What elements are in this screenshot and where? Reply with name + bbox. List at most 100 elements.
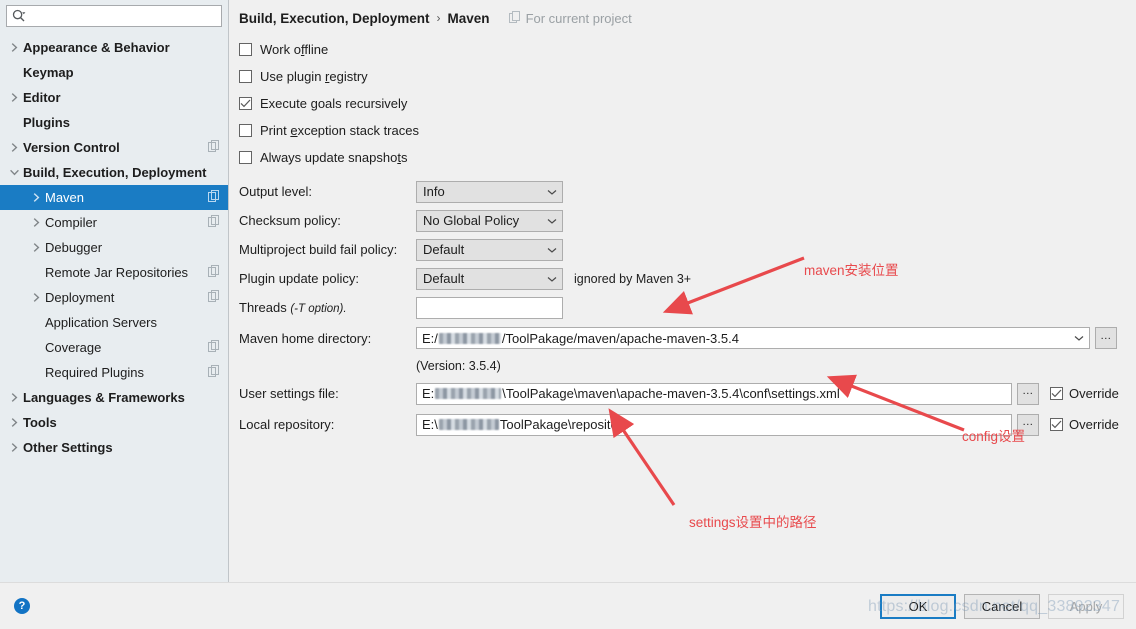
local-repository-value-suffix: ToolPakage\repository — [499, 417, 629, 432]
checkbox-row-work-offline[interactable]: Work offline — [239, 36, 1124, 63]
checkbox-label: Work offline — [260, 42, 329, 57]
sidebar-item-label: Editor — [23, 90, 61, 105]
maven-home-combo[interactable]: E:/ /ToolPakage/maven/apache-maven-3.5.4 — [416, 327, 1090, 349]
sidebar-item-label: Application Servers — [45, 315, 157, 330]
sidebar-item-label: Compiler — [45, 215, 98, 230]
sidebar-item-tools[interactable]: Tools — [0, 410, 228, 435]
sidebar-item-label: Other Settings — [23, 440, 113, 455]
sidebar-item-debugger[interactable]: Debugger — [0, 235, 228, 260]
chevron-right-icon — [28, 242, 45, 253]
sidebar-item-deployment[interactable]: Deployment — [0, 285, 228, 310]
sidebar-item-appearance-behavior[interactable]: Appearance & Behavior — [0, 35, 228, 60]
user-settings-input[interactable]: E: \ToolPakage\maven\apache-maven-3.5.4\c… — [416, 382, 1012, 405]
checkbox-always-update-snapshots[interactable] — [239, 151, 252, 164]
multiproject-fail-policy-label: Multiproject build fail policy: — [239, 242, 398, 257]
maven-version-row: (Version: 3.5.4) — [239, 354, 1124, 378]
cancel-button[interactable]: Cancel — [964, 593, 1040, 619]
sidebar-item-label: Coverage — [45, 340, 102, 355]
user-settings-value-prefix: E: — [422, 386, 435, 401]
user-settings-override[interactable]: Override — [1050, 386, 1119, 401]
breadcrumb-leaf: Maven — [447, 10, 490, 26]
chevron-right-icon — [6, 392, 23, 403]
user-settings-override-label: Override — [1069, 386, 1119, 401]
plugin-update-policy-select[interactable]: Default — [416, 267, 563, 290]
multiproject-fail-policy-row: Multiproject build fail policy: Default — [239, 235, 1124, 264]
checkbox-use-plugin-registry[interactable] — [239, 70, 252, 83]
threads-label-text: Threads — [239, 300, 287, 315]
local-repository-override-label: Override — [1069, 417, 1119, 432]
checkbox-row-always-update-snapshots[interactable]: Always update snapshots — [239, 144, 1124, 171]
apply-button[interactable]: Apply — [1048, 593, 1124, 619]
settings-dialog: Appearance & Behavior Keymap Editor Plugins… — [0, 0, 1136, 629]
checksum-policy-label: Checksum policy: — [239, 213, 341, 228]
search-box[interactable] — [6, 5, 222, 27]
threads-input[interactable] — [416, 296, 563, 319]
chevron-down-icon — [1073, 334, 1085, 342]
local-repository-override[interactable]: Override — [1050, 417, 1119, 432]
threads-row: Threads (-T option). — [239, 293, 1124, 322]
checkbox-row-execute-goals-recursively[interactable]: Execute goals recursively — [239, 90, 1124, 117]
sidebar-item-plugins[interactable]: Plugins — [0, 110, 228, 135]
chevron-down-icon — [546, 217, 558, 225]
checksum-policy-select[interactable]: No Global Policy — [416, 209, 563, 232]
search-input[interactable] — [29, 6, 216, 26]
checkbox-execute-goals-recursively[interactable] — [239, 97, 252, 110]
user-settings-override-checkbox[interactable] — [1050, 387, 1063, 400]
dialog-body: Appearance & Behavior Keymap Editor Plugins… — [0, 0, 1136, 582]
sidebar-item-application-servers[interactable]: Application Servers — [0, 310, 228, 335]
help-icon[interactable]: ? — [14, 598, 30, 614]
sidebar-item-label: Deployment — [45, 290, 115, 305]
sidebar-item-coverage[interactable]: Coverage — [0, 335, 228, 360]
sidebar-item-label: Required Plugins — [45, 365, 145, 380]
project-scope-label: For current project — [508, 10, 632, 26]
project-scope-icon — [208, 265, 220, 280]
redacted-path-segment — [435, 388, 502, 399]
local-repository-override-checkbox[interactable] — [1050, 418, 1063, 431]
maven-home-value-prefix: E:/ — [422, 330, 438, 346]
chevron-right-icon — [6, 42, 23, 53]
maven-form: Output level: Info Checksum policy: No G… — [239, 177, 1124, 440]
output-level-select[interactable]: Info — [416, 180, 563, 203]
sidebar-item-label: Build, Execution, Deployment — [23, 165, 207, 180]
checkbox-row-print-exception-stack-traces[interactable]: Print exception stack traces — [239, 117, 1124, 144]
sidebar-item-label: Debugger — [45, 240, 103, 255]
sidebar-item-languages-frameworks[interactable]: Languages & Frameworks — [0, 385, 228, 410]
breadcrumb-root[interactable]: Build, Execution, Deployment — [239, 11, 430, 26]
project-scope-icon — [208, 190, 220, 205]
chevron-right-icon — [28, 217, 45, 228]
sidebar-item-editor[interactable]: Editor — [0, 85, 228, 110]
dialog-footer: ? OK Cancel Apply — [0, 582, 1136, 629]
chevron-right-icon — [28, 192, 45, 203]
sidebar-item-other-settings[interactable]: Other Settings — [0, 435, 228, 460]
checksum-policy-value: No Global Policy — [423, 213, 520, 228]
multiproject-fail-policy-select[interactable]: Default — [416, 238, 563, 261]
maven-home-browse-button[interactable]: ... — [1095, 327, 1117, 349]
output-level-value: Info — [423, 184, 445, 199]
user-settings-value-suffix: \ToolPakage\maven\apache-maven-3.5.4\con… — [502, 386, 840, 401]
annotation-label: config设置 — [962, 429, 1026, 444]
user-settings-label: User settings file: — [239, 386, 339, 401]
sidebar-item-required-plugins[interactable]: Required Plugins — [0, 360, 228, 385]
chevron-down-icon — [6, 168, 23, 177]
sidebar-item-keymap[interactable]: Keymap — [0, 60, 228, 85]
ok-button[interactable]: OK — [880, 593, 956, 619]
local-repository-input[interactable]: E:\ ToolPakage\repository — [416, 413, 1012, 436]
checkbox-print-exception-stack-traces[interactable] — [239, 124, 252, 137]
sidebar-item-compiler[interactable]: Compiler — [0, 210, 228, 235]
project-scope-icon — [208, 340, 220, 355]
settings-tree: Appearance & Behavior Keymap Editor Plugins… — [0, 33, 228, 582]
user-settings-browse-button[interactable]: ... — [1017, 382, 1039, 405]
maven-version-text: (Version: 3.5.4) — [416, 359, 501, 373]
sidebar-item-build-execution-deployment[interactable]: Build, Execution, Deployment — [0, 160, 228, 185]
breadcrumb-separator-icon: › — [436, 11, 441, 25]
checkbox-work-offline[interactable] — [239, 43, 252, 56]
project-scope-icon — [508, 10, 521, 26]
maven-checkbox-group: Work offline Use plugin registry Execute g… — [239, 36, 1124, 171]
settings-sidebar: Appearance & Behavior Keymap Editor Plugins… — [0, 0, 229, 582]
sidebar-item-version-control[interactable]: Version Control — [0, 135, 228, 160]
checkbox-row-use-plugin-registry[interactable]: Use plugin registry — [239, 63, 1124, 90]
sidebar-item-maven[interactable]: Maven — [0, 185, 228, 210]
redacted-path-segment — [438, 332, 501, 344]
sidebar-item-remote-jar-repositories[interactable]: Remote Jar Repositories — [0, 260, 228, 285]
project-scope-text: For current project — [525, 10, 632, 26]
